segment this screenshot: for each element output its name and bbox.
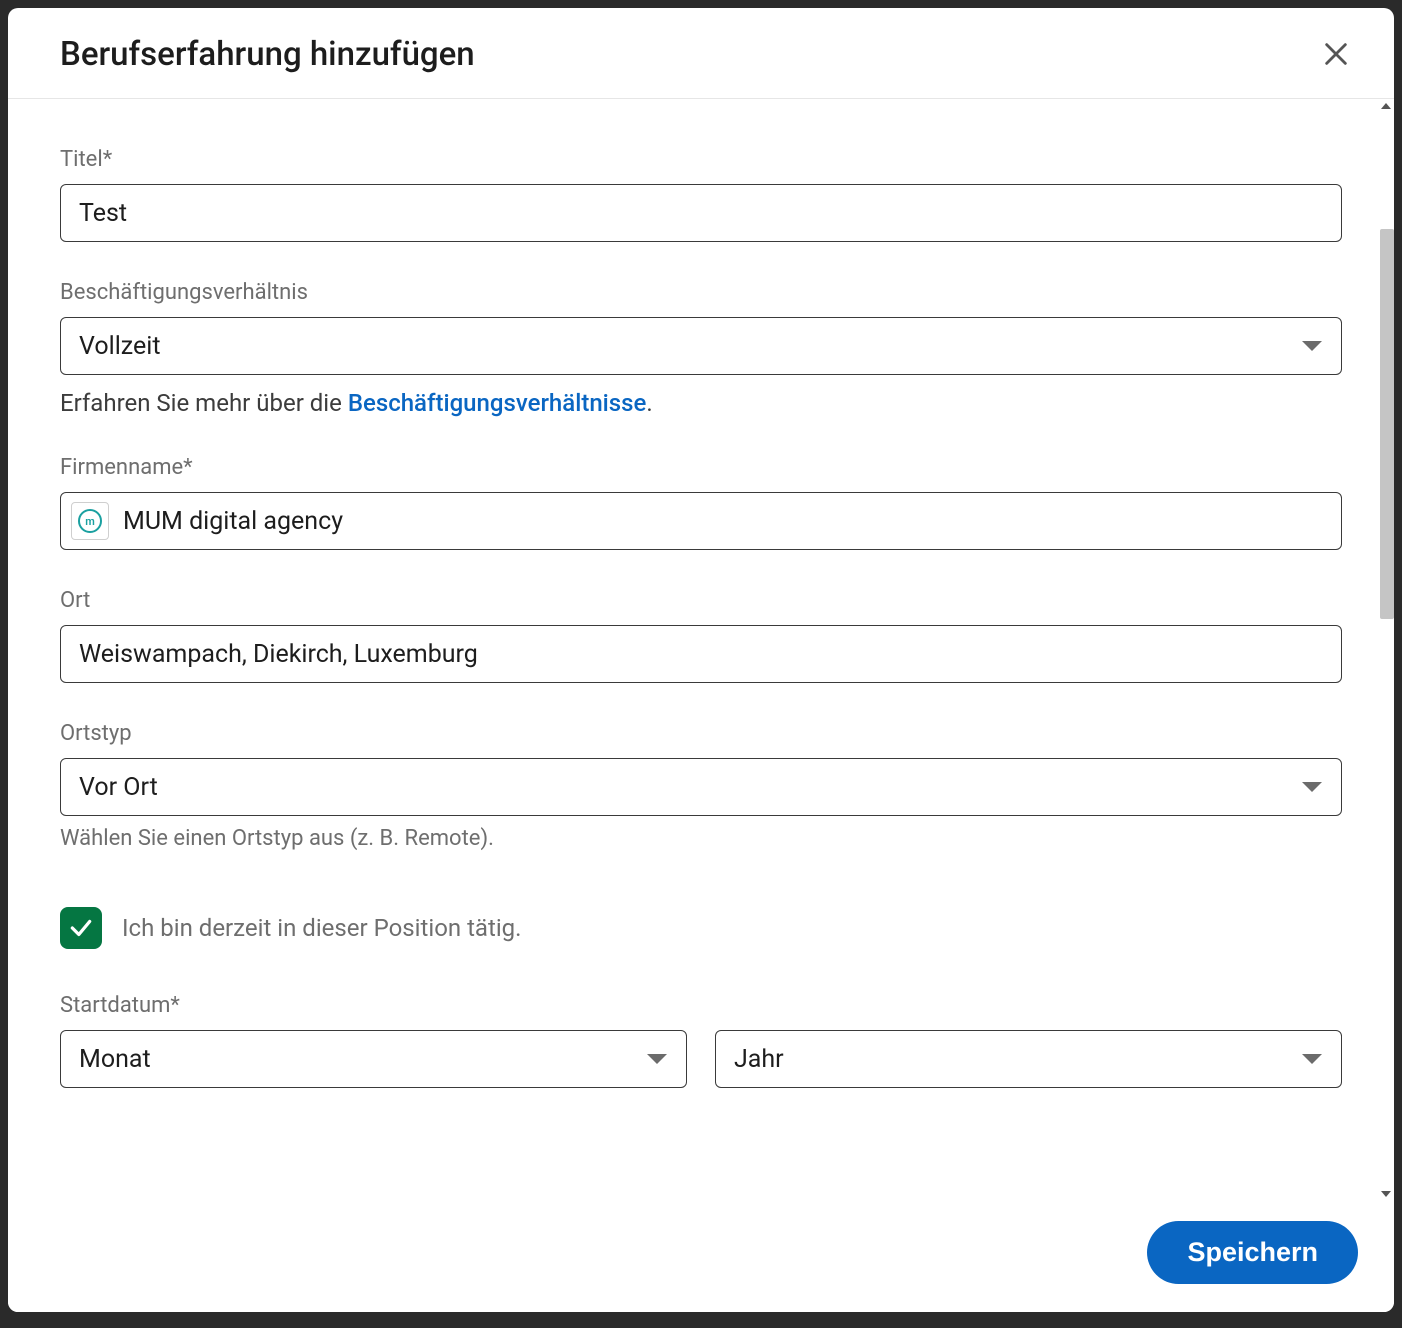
scroll-up-icon — [1381, 103, 1391, 109]
field-location: Ort — [60, 588, 1342, 683]
current-position-label: Ich bin derzeit in dieser Position tätig… — [122, 914, 521, 942]
title-label: Titel* — [60, 147, 1342, 172]
employment-types-link[interactable]: Beschäftigungsverhältnisse — [348, 389, 647, 417]
employment-type-label: Beschäftigungsverhältnis — [60, 280, 1342, 305]
scroll-down-icon — [1381, 1191, 1391, 1197]
current-position-checkbox[interactable] — [60, 907, 102, 949]
field-company: Firmenname* m MUM digital agency — [60, 455, 1342, 550]
field-location-type: Ortstyp Vor Ort Wählen Sie einen Ortstyp… — [60, 721, 1342, 851]
company-value: MUM digital agency — [123, 507, 343, 536]
employment-type-help: Erfahren Sie mehr über die Beschäftigung… — [60, 389, 1342, 417]
company-label: Firmenname* — [60, 455, 1342, 480]
close-button[interactable] — [1316, 34, 1356, 74]
title-input[interactable] — [60, 184, 1342, 242]
location-type-label: Ortstyp — [60, 721, 1342, 746]
start-year-select[interactable]: Jahr — [715, 1030, 1342, 1088]
modal-header: Berufserfahrung hinzufügen — [8, 8, 1394, 99]
field-start-date: Startdatum* Monat Jahr — [60, 993, 1342, 1088]
employment-type-select[interactable]: Vollzeit — [60, 317, 1342, 375]
modal-footer: Speichern — [8, 1201, 1394, 1312]
field-title: Titel* — [60, 147, 1342, 242]
location-type-select[interactable]: Vor Ort — [60, 758, 1342, 816]
start-month-select[interactable]: Monat — [60, 1030, 687, 1088]
save-button[interactable]: Speichern — [1147, 1221, 1358, 1284]
company-input[interactable]: m MUM digital agency — [60, 492, 1342, 550]
modal-body: Titel* Beschäftigungsverhältnis Vollzeit… — [8, 99, 1394, 1098]
close-icon — [1322, 40, 1350, 68]
field-employment-type: Beschäftigungsverhältnis Vollzeit Erfahr… — [60, 280, 1342, 417]
current-position-row: Ich bin derzeit in dieser Position tätig… — [60, 907, 1342, 949]
location-type-help: Wählen Sie einen Ortstyp aus (z. B. Remo… — [60, 826, 1342, 851]
start-date-label: Startdatum* — [60, 993, 1342, 1018]
location-input[interactable] — [60, 625, 1342, 683]
location-label: Ort — [60, 588, 1342, 613]
scroll-thumb[interactable] — [1380, 229, 1394, 619]
modal-title: Berufserfahrung hinzufügen — [60, 35, 475, 74]
company-logo-icon: m — [71, 502, 109, 540]
scrollbar[interactable] — [1376, 99, 1394, 1201]
check-icon — [68, 915, 94, 941]
add-experience-modal: Berufserfahrung hinzufügen Titel* Beschä… — [8, 8, 1394, 1312]
